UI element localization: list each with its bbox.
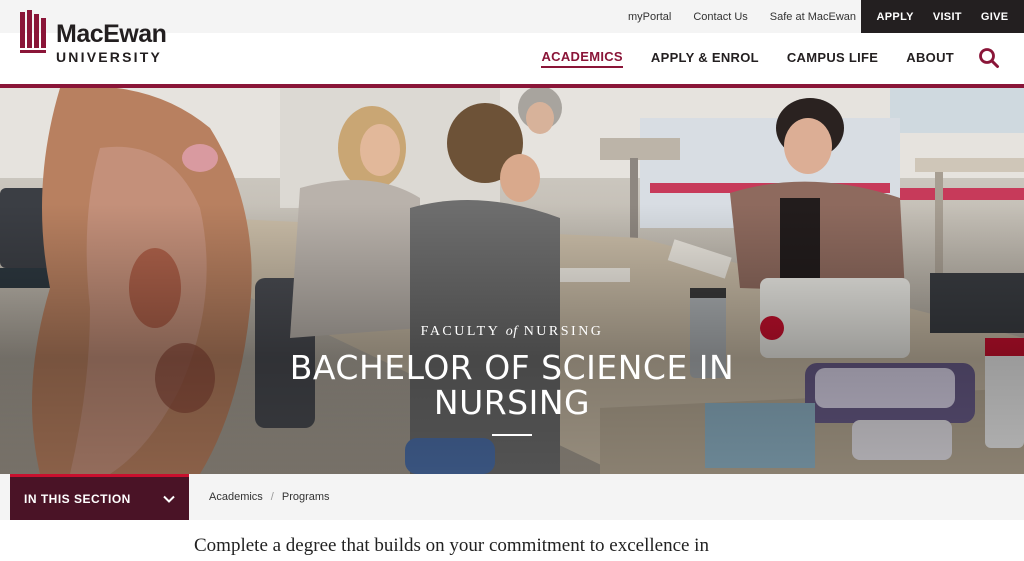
nav-campus-life[interactable]: CAMPUS LIFE [787, 50, 878, 67]
breadcrumb-separator: / [270, 491, 274, 503]
page-title-line-1: BACHELOR OF SCIENCE IN [289, 348, 735, 387]
give-link[interactable]: GIVE [981, 11, 1009, 23]
main-nav: ACADEMICS APPLY & ENROL CAMPUS LIFE ABOU… [541, 33, 954, 83]
visit-link[interactable]: VISIT [933, 11, 962, 23]
page-title: BACHELOR OF SCIENCE IN NURSING [0, 350, 1024, 420]
nav-academics[interactable]: ACADEMICS [541, 49, 623, 68]
faculty-prefix: FACULTY [420, 324, 500, 339]
breadcrumb: Academics / Programs [209, 474, 330, 520]
chevron-down-icon [163, 495, 175, 503]
apply-link[interactable]: APPLY [877, 11, 914, 23]
section-bar: IN THIS SECTION Academics / Programs [0, 474, 1024, 520]
search-icon[interactable] [978, 47, 1000, 69]
logo-name: MacEwan [56, 20, 167, 48]
myportal-link[interactable]: myPortal [628, 11, 671, 23]
nav-about[interactable]: ABOUT [906, 50, 954, 67]
title-underline [492, 434, 532, 436]
faculty-of: of [505, 324, 518, 339]
hero-text: FACULTY of NURSING BACHELOR OF SCIENCE I… [0, 324, 1024, 436]
in-this-section-dropdown[interactable]: IN THIS SECTION [10, 474, 189, 520]
breadcrumb-programs[interactable]: Programs [282, 491, 330, 503]
faculty-label: FACULTY of NURSING [0, 324, 1024, 340]
utility-links: myPortal Contact Us Safe at MacEwan [628, 0, 856, 33]
logo-subtitle: UNIVERSITY [56, 49, 163, 65]
faculty-suffix: NURSING [523, 324, 604, 339]
logo[interactable]: MacEwan UNIVERSITY [20, 10, 190, 70]
page-title-line-2: NURSING [433, 383, 591, 422]
in-this-section-label: IN THIS SECTION [24, 491, 131, 506]
nav-apply-enrol[interactable]: APPLY & ENROL [651, 50, 759, 67]
cta-group: APPLY VISIT GIVE [861, 0, 1024, 33]
intro-text: Complete a degree that builds on your co… [194, 535, 709, 556]
breadcrumb-academics[interactable]: Academics [209, 491, 263, 503]
macewan-logo-mark-icon [20, 10, 46, 53]
contact-us-link[interactable]: Contact Us [693, 11, 747, 23]
hero-banner: FACULTY of NURSING BACHELOR OF SCIENCE I… [0, 88, 1024, 474]
safe-at-macewan-link[interactable]: Safe at MacEwan [770, 11, 856, 23]
logo-text: MacEwan UNIVERSITY [56, 20, 167, 65]
